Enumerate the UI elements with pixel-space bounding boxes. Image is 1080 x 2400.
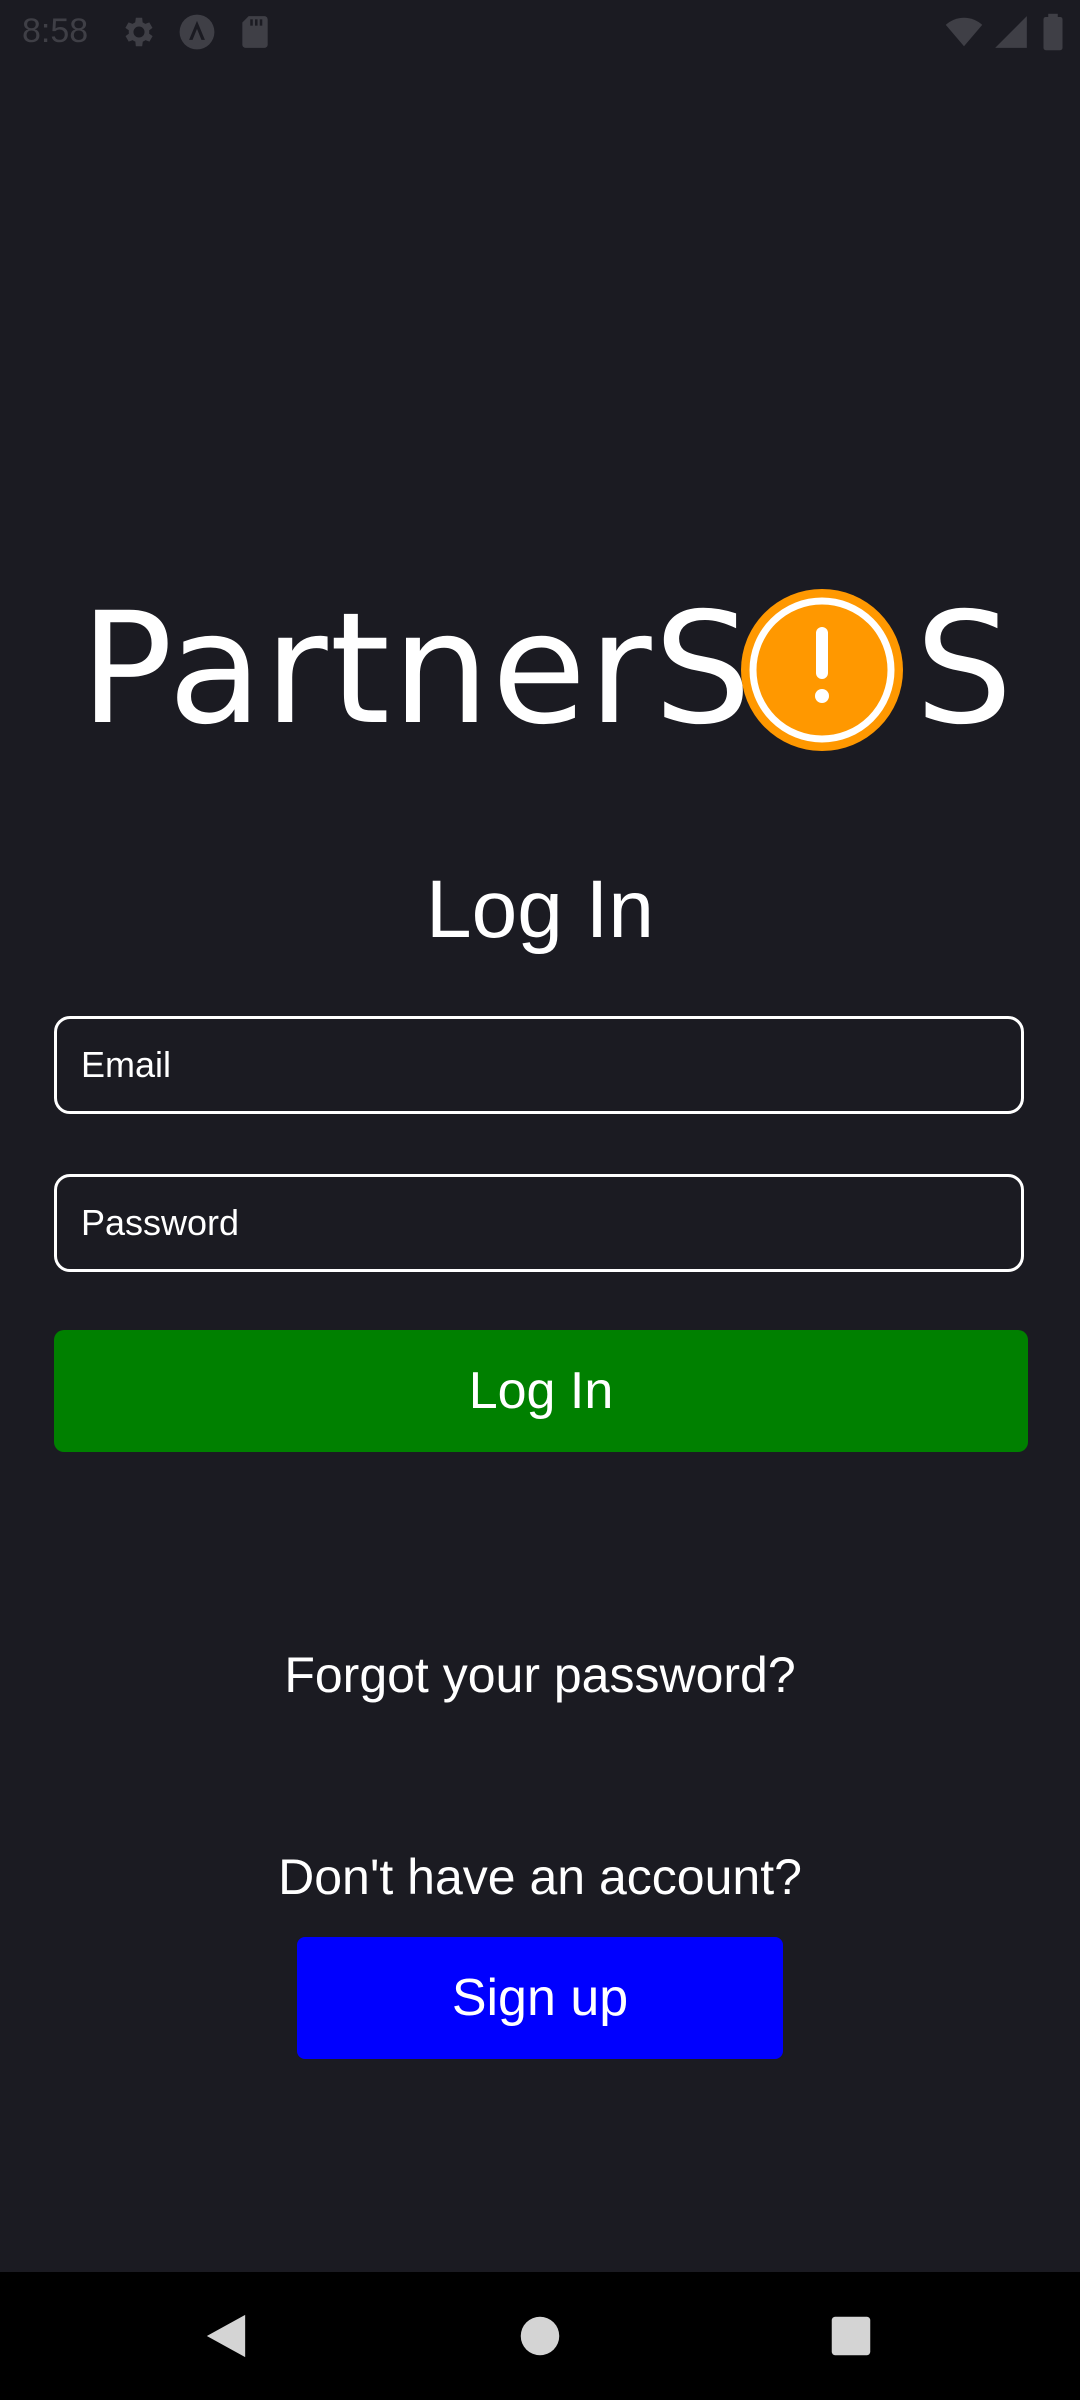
- status-bar: 8:58: [0, 0, 1080, 64]
- logo-wordmark-right: S: [915, 580, 1015, 759]
- email-field[interactable]: [54, 1016, 1024, 1114]
- page-title: Log In: [426, 864, 654, 955]
- password-field[interactable]: [54, 1174, 1024, 1272]
- logo-wordmark-left: PartnerS: [80, 580, 754, 759]
- login-button[interactable]: Log In: [54, 1330, 1028, 1452]
- app-a-icon: [178, 13, 216, 51]
- settings-gear-icon: [120, 13, 158, 51]
- recents-icon[interactable]: [813, 2298, 889, 2374]
- app-logo: PartnerS S: [80, 575, 1013, 765]
- email-input[interactable]: [57, 1019, 1021, 1111]
- status-time: 8:58: [22, 12, 89, 50]
- battery-icon: [1040, 13, 1066, 51]
- back-icon[interactable]: [188, 2298, 264, 2374]
- signup-button[interactable]: Sign up: [297, 1937, 783, 2059]
- status-icons-left: [120, 14, 274, 50]
- cellular-signal-icon: [992, 13, 1030, 51]
- wifi-icon: [944, 13, 983, 51]
- navigation-bar: [0, 2272, 1080, 2400]
- sd-card-icon: [236, 13, 274, 51]
- password-input[interactable]: [57, 1177, 1021, 1269]
- signup-prompt-text: Don't have an account?: [278, 1849, 802, 1905]
- home-icon[interactable]: [502, 2298, 578, 2374]
- forgot-password-link[interactable]: Forgot your password?: [0, 1640, 1080, 1710]
- status-icons-right: [944, 12, 1066, 52]
